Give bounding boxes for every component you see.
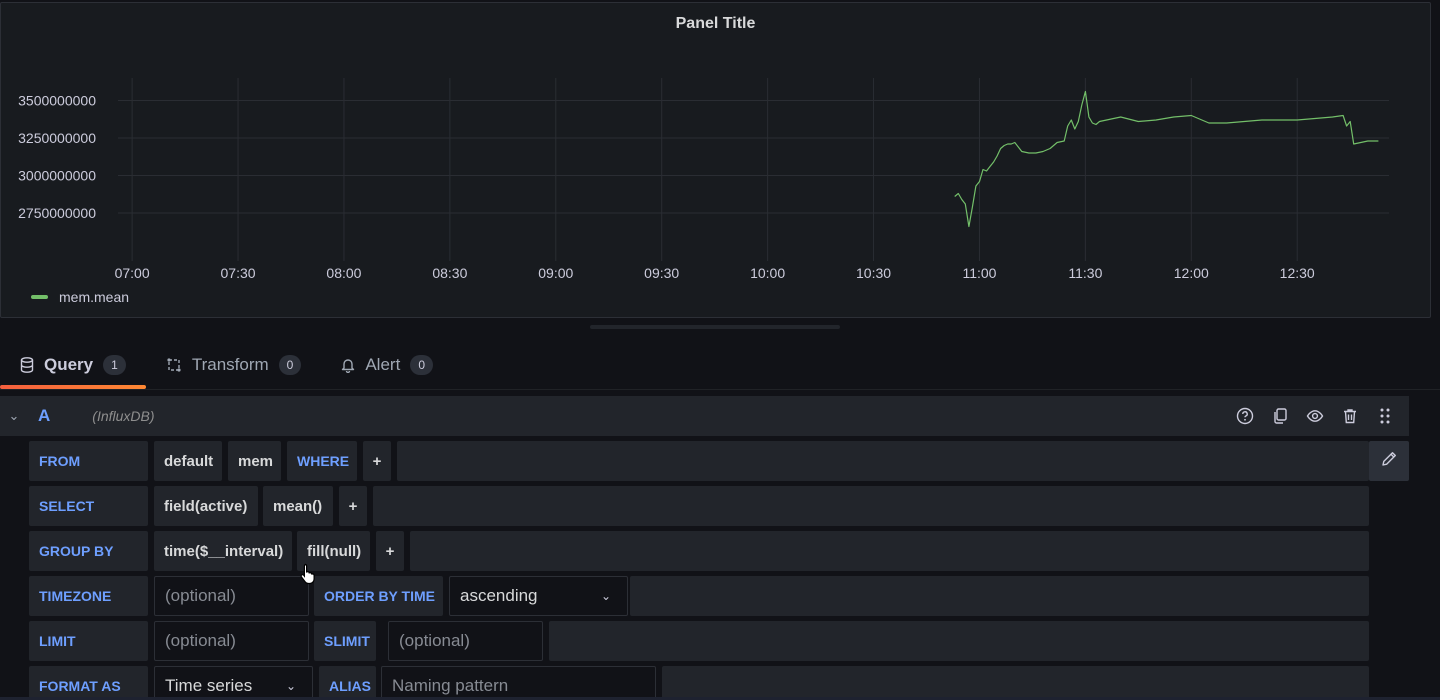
add-where-button[interactable]: + [363, 441, 391, 481]
where-keyword: WHERE [287, 441, 357, 481]
graph-panel: Panel Title 2750000000 3000000000 32500000… [0, 2, 1431, 318]
pencil-icon [1380, 450, 1398, 473]
x-tick-label: 07:00 [115, 265, 150, 281]
query-datasource: (InfluxDB) [92, 408, 155, 424]
timezone-input[interactable]: (optional) [154, 576, 309, 616]
order-by-time-keyword: ORDER BY TIME [314, 576, 443, 616]
limit-input[interactable]: (optional) [154, 621, 309, 661]
x-tick-label: 08:00 [326, 265, 361, 281]
format-as-select[interactable]: Time series ⌄ [154, 666, 313, 700]
add-select-button[interactable]: + [339, 486, 367, 526]
y-tick-label: 3000000000 [18, 168, 96, 184]
tab-transform[interactable]: Transform 0 [146, 345, 322, 385]
format-row-filler [662, 666, 1369, 700]
slimit-input[interactable]: (optional) [388, 621, 543, 661]
database-icon [20, 357, 34, 373]
x-tick-label: 10:30 [856, 265, 891, 281]
toggle-raw-query-button[interactable] [1369, 441, 1409, 481]
editor-tabs: Query 1 Transform 0 Alert 0 [0, 345, 453, 389]
legend-label[interactable]: mem.mean [59, 289, 129, 305]
drag-handle-icon[interactable] [1375, 406, 1395, 426]
tabs-divider [0, 389, 1440, 390]
tab-alert-label: Alert [365, 355, 401, 374]
query-ref-id[interactable]: A [38, 406, 50, 426]
tab-transform-count: 0 [278, 355, 302, 375]
from-row-filler [397, 441, 1369, 481]
query-header: ⌄ A (InfluxDB) [0, 396, 1409, 436]
bell-icon [341, 357, 355, 373]
panel-resize-handle[interactable] [590, 325, 840, 329]
tab-transform-label: Transform [191, 355, 269, 374]
tab-query-count: 1 [103, 355, 126, 375]
eye-icon[interactable] [1305, 406, 1325, 426]
group-by-row-filler [410, 531, 1369, 571]
tab-query[interactable]: Query 1 [0, 345, 146, 389]
tab-alert[interactable]: Alert 0 [321, 345, 453, 385]
timezone-keyword: TIMEZONE [29, 576, 148, 616]
chevron-down-icon: ⌄ [285, 679, 296, 693]
format-as-value: Time series [165, 676, 253, 695]
x-tick-label: 08:30 [432, 265, 467, 281]
x-tick-label: 11:30 [1068, 265, 1102, 281]
alias-keyword: ALIAS [319, 666, 376, 700]
slimit-keyword: SLIMIT [314, 621, 376, 661]
order-by-time-select[interactable]: ascending ⌄ [449, 576, 628, 616]
y-tick-label: 3250000000 [18, 130, 96, 146]
time-interval-segment[interactable]: time($__interval) [154, 531, 292, 571]
limit-row-filler [549, 621, 1369, 661]
duplicate-icon[interactable] [1270, 406, 1290, 426]
timezone-row-filler [630, 576, 1369, 616]
select-row-filler [373, 486, 1369, 526]
transform-icon [166, 357, 182, 373]
x-tick-label: 10:00 [750, 265, 785, 281]
from-keyword: FROM [29, 441, 148, 481]
y-tick-label: 2750000000 [18, 205, 96, 221]
query-actions [1235, 406, 1395, 426]
select-keyword: SELECT [29, 486, 148, 526]
tab-query-label: Query [44, 355, 94, 374]
mouse-pointer-icon [299, 563, 317, 590]
y-tick-label: 3500000000 [18, 93, 96, 109]
aggregation-segment[interactable]: mean() [263, 486, 333, 526]
add-group-by-button[interactable]: + [376, 531, 404, 571]
legend-swatch[interactable] [31, 295, 48, 299]
x-tick-label: 12:00 [1174, 265, 1209, 281]
help-icon[interactable] [1235, 406, 1255, 426]
series-line-mem-mean [954, 90, 1379, 228]
x-tick-label: 07:30 [221, 265, 256, 281]
chevron-down-icon[interactable]: ⌄ [0, 408, 28, 424]
x-tick-label: 09:00 [538, 265, 573, 281]
group-by-keyword: GROUP BY [29, 531, 148, 571]
time-series-chart: 2750000000 3000000000 3250000000 3500000000… [18, 78, 1389, 281]
x-tick-label: 09:30 [644, 265, 679, 281]
x-tick-label: 12:30 [1280, 265, 1315, 281]
order-by-time-value: ascending [460, 586, 538, 605]
field-segment[interactable]: field(active) [154, 486, 258, 526]
tab-alert-count: 0 [410, 355, 433, 375]
limit-keyword: LIMIT [29, 621, 148, 661]
measurement-segment[interactable]: mem [228, 441, 281, 481]
legend: mem.mean [31, 289, 129, 305]
trash-icon[interactable] [1340, 406, 1360, 426]
format-as-keyword: FORMAT AS [29, 666, 148, 700]
retention-policy-segment[interactable]: default [154, 441, 222, 481]
chevron-down-icon: ⌄ [600, 589, 611, 603]
alias-input[interactable]: Naming pattern [381, 666, 656, 700]
x-tick-label: 11:00 [962, 265, 996, 281]
